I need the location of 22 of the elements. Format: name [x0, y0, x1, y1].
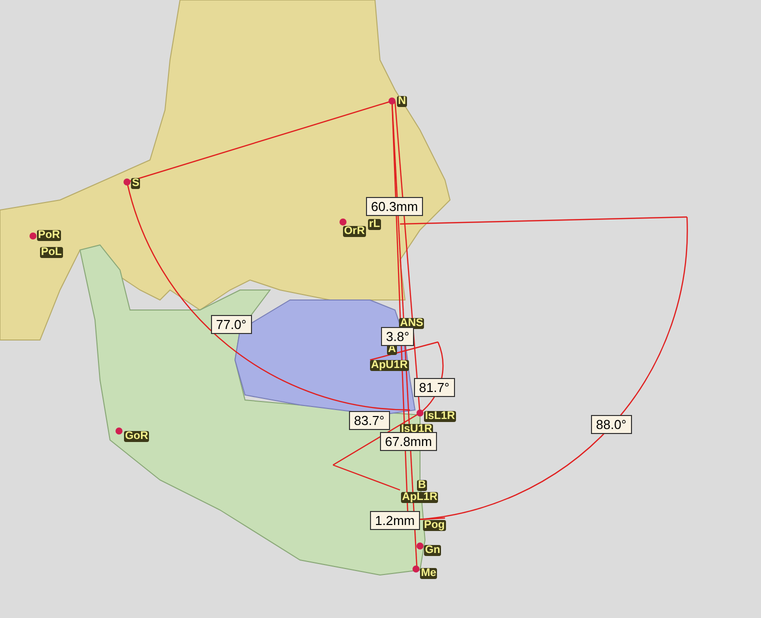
measurement-label: 88.0°	[591, 415, 632, 434]
landmark-label: GoR	[124, 431, 150, 442]
landmark-label: IsL1R	[424, 411, 456, 422]
measurement-label: 77.0°	[211, 315, 252, 334]
measurement-label: 3.8°	[381, 327, 414, 346]
measurement-label: 67.8mm	[380, 432, 437, 451]
landmark-label: OrR	[343, 226, 366, 237]
landmark-label: PoL	[40, 247, 63, 258]
measurement-label: 1.2mm	[370, 511, 420, 530]
landmark-label: PoR	[37, 230, 61, 241]
landmark-label: ApU1R	[370, 360, 409, 371]
landmark-label: Me	[420, 568, 438, 579]
landmark-label: S	[131, 178, 140, 189]
landmark-label: ApL1R	[401, 492, 438, 503]
landmark-label: N	[397, 96, 407, 107]
landmark-label: Gn	[424, 545, 442, 556]
measurement-label: 60.3mm	[366, 197, 423, 216]
landmark-label: B	[417, 480, 427, 491]
landmark-label: rL	[368, 219, 381, 230]
measurement-label: 83.7°	[349, 411, 390, 430]
landmark-label: Pog	[423, 520, 446, 531]
measurement-label: 81.7°	[414, 378, 455, 397]
